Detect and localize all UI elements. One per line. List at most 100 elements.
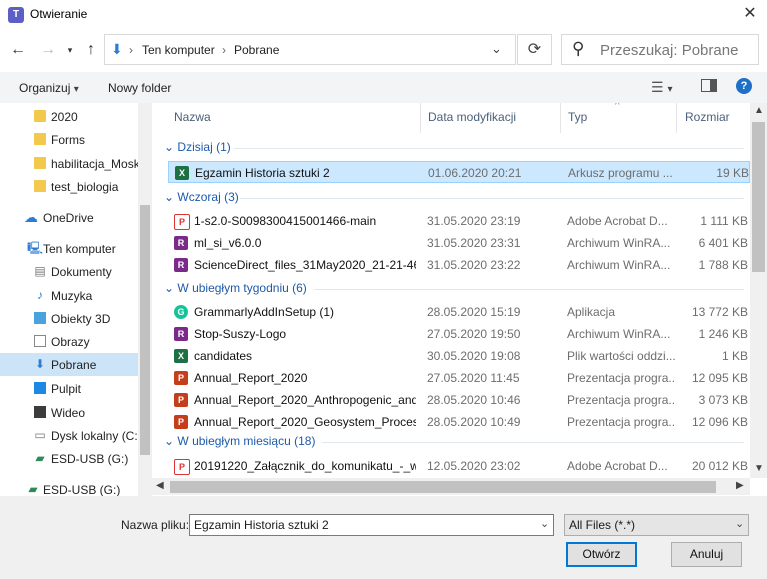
file-size: 13 772 KB	[691, 305, 748, 319]
group-divider	[322, 442, 744, 443]
file-name: Annual_Report_2020_Geosystem_Process...	[194, 415, 416, 429]
sidebar-scroll-thumb[interactable]	[140, 205, 150, 455]
pdf-icon: P	[174, 459, 190, 475]
new-folder-button[interactable]: Nowy folder	[108, 81, 171, 95]
organize-button[interactable]: Organizuj ▾	[19, 81, 79, 95]
open-button[interactable]: Otwórz	[566, 542, 637, 567]
column-divider[interactable]	[420, 103, 421, 133]
grammarly-icon: G	[174, 305, 188, 319]
table-row[interactable]: R ScienceDirect_files_31May2020_21-21-46…	[168, 254, 750, 276]
table-row[interactable]: P 20191220_Załącznik_do_komunikatu_-_w..…	[168, 455, 750, 477]
sidebar-item-documents[interactable]: ▤ Dokumenty	[0, 260, 138, 283]
table-row[interactable]: P Annual_Report_2020_Geosystem_Process..…	[168, 411, 750, 433]
search-icon: ⚲	[572, 39, 585, 58]
chevron-down-icon[interactable]: ⌄	[735, 517, 744, 530]
group-label: Dzisiaj (1)	[177, 140, 231, 154]
breadcrumb-downloads[interactable]: Pobrane	[234, 43, 279, 57]
table-row[interactable]: X Egzamin Historia sztuki 2 01.06.2020 2…	[168, 161, 750, 183]
sidebar-item-video[interactable]: Wideo	[0, 401, 138, 424]
vertical-scroll-thumb[interactable]	[752, 122, 765, 272]
refresh-button[interactable]: ⟳	[517, 34, 552, 65]
recent-dropdown-icon[interactable]: ▾	[63, 38, 77, 62]
table-row[interactable]: X candidates 30.05.2020 19:08 Plik warto…	[168, 345, 750, 367]
teams-icon: T	[8, 7, 24, 23]
filetype-select[interactable]: All Files (*.*)	[564, 514, 749, 536]
view-options-icon[interactable]: ☰ ▾	[651, 79, 672, 96]
sidebar-item-forms[interactable]: Forms	[0, 128, 138, 151]
file-name: ml_si_v6.0.0	[194, 236, 262, 250]
scroll-left-icon[interactable]: ◀	[156, 480, 164, 491]
sidebar-item-pictures[interactable]: Obrazy	[0, 330, 138, 353]
sidebar-item-habilitacja[interactable]: habilitacja_Moska	[0, 152, 138, 175]
sidebar-item-usb-root[interactable]: ▰ ESD-USB (G:)	[0, 478, 138, 496]
horizontal-scroll-thumb[interactable]	[170, 481, 716, 493]
group-header-today[interactable]: ⌄ Dzisiaj (1)	[164, 140, 231, 154]
sort-ascending-icon: ^	[615, 103, 620, 111]
file-size: 1 788 KB	[698, 258, 748, 272]
group-header-last-week[interactable]: ⌄ W ubiegłym tygodniu (6)	[164, 281, 307, 295]
sidebar-item-local-disk[interactable]: ▭ Dysk lokalny (C:)	[0, 424, 138, 447]
computer-icon: 🖳	[27, 241, 44, 255]
navigation-pane: 2020 Forms habilitacja_Moska test_biolog…	[0, 103, 152, 496]
scroll-up-icon[interactable]: ▲	[754, 105, 764, 116]
desktop-icon	[34, 382, 46, 394]
sidebar-item-this-pc[interactable]: 🖳 Ten komputer	[0, 237, 138, 260]
column-header-size[interactable]: Rozmiar	[685, 110, 730, 124]
column-header-date[interactable]: Data modyfikacji	[428, 110, 516, 124]
table-row[interactable]: P 1-s2.0-S0098300415001466-main 31.05.20…	[168, 210, 750, 232]
sidebar-item-label: Pulpit	[51, 382, 82, 396]
scroll-down-icon[interactable]: ▼	[754, 463, 764, 474]
group-header-last-month[interactable]: ⌄ W ubiegłym miesiącu (18)	[164, 434, 315, 448]
sidebar-item-3d-objects[interactable]: Obiekty 3D	[0, 307, 138, 330]
table-row[interactable]: R Stop-Suszy-Logo 27.05.2020 19:50 Archi…	[168, 323, 750, 345]
file-type: Adobe Acrobat D...	[567, 214, 668, 228]
table-row[interactable]: P Annual_Report_2020 27.05.2020 11:45 Pr…	[168, 367, 750, 389]
column-divider[interactable]	[676, 103, 677, 133]
sidebar-item-desktop[interactable]: Pulpit	[0, 377, 138, 400]
column-header-name[interactable]: Nazwa	[174, 110, 211, 124]
file-name: Annual_Report_2020	[194, 371, 308, 385]
column-header-type[interactable]: Typ	[568, 110, 587, 124]
table-row[interactable]: P Annual_Report_2020_Anthropogenic_and..…	[168, 389, 750, 411]
organize-label: Organizuj	[19, 81, 71, 95]
sidebar-item-label: ESD-USB (G:)	[51, 452, 129, 466]
sidebar-item-downloads[interactable]: ⬇ Pobrane	[0, 353, 138, 376]
back-arrow-icon[interactable]: ←	[8, 38, 28, 62]
file-type: Plik wartości oddzi...	[567, 349, 675, 363]
close-icon[interactable]: ✕	[736, 2, 764, 26]
sidebar-item-test-biologia[interactable]: test_biologia	[0, 175, 138, 198]
file-name: GrammarlyAddInSetup (1)	[194, 305, 335, 319]
file-name: Egzamin Historia sztuki 2	[195, 166, 330, 180]
search-box[interactable]: ⚲ Przeszukaj: Pobrane	[561, 34, 759, 65]
up-arrow-icon[interactable]: ↑	[82, 38, 100, 62]
scroll-right-icon[interactable]: ▶	[736, 480, 744, 491]
sidebar-item-2020[interactable]: 2020	[0, 105, 138, 128]
column-divider[interactable]	[560, 103, 561, 133]
music-icon: ♪	[37, 288, 43, 302]
sidebar-item-onedrive[interactable]: ☁ OneDrive	[0, 206, 138, 229]
breadcrumb-this-pc[interactable]: Ten komputer	[142, 43, 215, 57]
chevron-down-icon[interactable]: ⌄	[540, 517, 549, 530]
chevron-down-icon[interactable]: ⌄	[491, 41, 502, 57]
file-size: 1 111 KB	[700, 214, 748, 228]
group-header-yesterday[interactable]: ⌄ Wczoraj (3)	[164, 190, 239, 204]
table-row[interactable]: G GrammarlyAddInSetup (1) 28.05.2020 15:…	[168, 301, 750, 323]
forward-arrow-icon[interactable]: →	[38, 38, 58, 62]
preview-pane-icon[interactable]	[701, 79, 717, 92]
group-label: W ubiegłym miesiącu (18)	[177, 434, 316, 448]
chevron-down-icon: ⌄	[164, 140, 175, 154]
search-input[interactable]: Przeszukaj: Pobrane	[600, 42, 738, 59]
sidebar-item-music[interactable]: ♪ Muzyka	[0, 284, 138, 307]
file-name: 1-s2.0-S0098300415001466-main	[194, 214, 377, 228]
table-row[interactable]: R ml_si_v6.0.0 31.05.2020 23:31 Archiwum…	[168, 232, 750, 254]
file-date: 27.05.2020 11:45	[427, 371, 520, 385]
file-size: 12 096 KB	[691, 415, 748, 429]
sidebar-item-label: Pobrane	[51, 358, 97, 372]
cancel-button[interactable]: Anuluj	[671, 542, 742, 567]
folder-icon	[34, 110, 46, 122]
address-bar[interactable]: ⬇ › Ten komputer › Pobrane ⌄	[104, 34, 516, 65]
sidebar-item-usb[interactable]: ▰ ESD-USB (G:)	[0, 447, 138, 470]
filename-input[interactable]: Egzamin Historia sztuki 2	[189, 514, 554, 536]
excel-icon: X	[175, 166, 189, 180]
help-icon[interactable]: ?	[736, 78, 752, 94]
